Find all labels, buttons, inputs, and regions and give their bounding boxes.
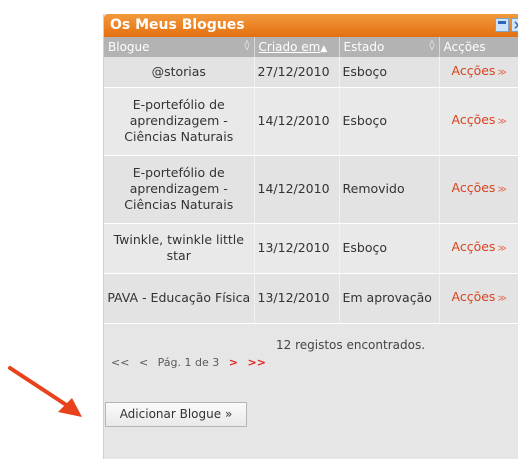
chevron-down-icon: ≫ xyxy=(497,117,507,127)
blogs-table: Blogue ◊ Criado em▲ Estado ◊ Acções @sto… xyxy=(104,37,518,324)
actions-menu[interactable]: Acções ≫ xyxy=(439,155,518,224)
state: Esboço xyxy=(339,57,440,88)
actions-menu[interactable]: Acções ≫ xyxy=(439,223,518,274)
records-count: 12 registos encontrados. xyxy=(276,337,426,352)
sort-icon[interactable]: ◊ xyxy=(245,40,250,51)
first-page-link[interactable]: << xyxy=(111,356,129,369)
state: Removido xyxy=(339,155,440,224)
my-blogs-panel: Os Meus Blogues × Blogue ◊ Criado em▲ Es… xyxy=(103,14,518,459)
state: Esboço xyxy=(339,87,440,156)
annotation-arrow xyxy=(8,366,82,417)
sort-ascending-icon[interactable]: ▲ xyxy=(320,44,327,54)
table-row: E-portefólio de aprendizagem - Ciências … xyxy=(104,155,518,224)
prev-page-link[interactable]: < xyxy=(139,356,148,369)
sort-created-link[interactable]: Criado em xyxy=(259,40,321,54)
created-date: 27/12/2010 xyxy=(254,57,340,88)
minimize-icon[interactable] xyxy=(495,18,509,32)
table-row: Twinkle, twinkle little star 13/12/2010 … xyxy=(104,223,518,274)
created-date: 13/12/2010 xyxy=(254,273,340,324)
next-page-link[interactable]: > xyxy=(229,356,238,369)
created-date: 13/12/2010 xyxy=(254,223,340,274)
table-row: @storias 27/12/2010 Esboço Acções ≫ xyxy=(104,57,518,88)
pagination: << < Pág. 1 de 3 > >> xyxy=(111,356,272,369)
state: Esboço xyxy=(339,223,440,274)
actions-menu[interactable]: Acções ≫ xyxy=(439,57,518,88)
last-page-link[interactable]: >> xyxy=(247,356,265,369)
state: Em aprovação xyxy=(339,273,440,324)
actions-menu[interactable]: Acções ≫ xyxy=(439,273,518,324)
column-header-blog[interactable]: Blogue ◊ xyxy=(104,37,255,57)
blog-name: PAVA - Educação Física xyxy=(104,273,255,324)
blog-name: Twinkle, twinkle little star xyxy=(104,223,255,274)
table-footer: 12 registos encontrados. << < Pág. 1 de … xyxy=(104,324,518,394)
sort-icon[interactable]: ◊ xyxy=(430,40,435,51)
chevron-down-icon: ≫ xyxy=(497,294,507,304)
page-indicator: Pág. 1 de 3 xyxy=(157,355,220,369)
chevron-down-icon: ≫ xyxy=(497,244,507,254)
panel-titlebar: Os Meus Blogues × xyxy=(104,14,518,37)
actions-menu[interactable]: Acções ≫ xyxy=(439,87,518,156)
add-blog-button[interactable]: Adicionar Blogue » xyxy=(105,402,247,427)
chevron-down-icon: ≫ xyxy=(497,185,507,195)
column-header-actions: Acções xyxy=(439,37,518,57)
close-icon[interactable]: × xyxy=(511,18,518,32)
panel-title: Os Meus Blogues xyxy=(110,17,245,33)
blog-name: @storias xyxy=(104,57,255,88)
created-date: 14/12/2010 xyxy=(254,87,340,156)
column-header-state[interactable]: Estado ◊ xyxy=(339,37,440,57)
table-row: E-portefólio de aprendizagem - Ciências … xyxy=(104,87,518,156)
chevron-down-icon: ≫ xyxy=(497,67,507,78)
created-date: 14/12/2010 xyxy=(254,155,340,224)
blog-name: E-portefólio de aprendizagem - Ciências … xyxy=(104,87,255,156)
column-header-created[interactable]: Criado em▲ xyxy=(254,37,340,57)
table-row: PAVA - Educação Física 13/12/2010 Em apr… xyxy=(104,273,518,324)
blog-name: E-portefólio de aprendizagem - Ciências … xyxy=(104,155,255,224)
